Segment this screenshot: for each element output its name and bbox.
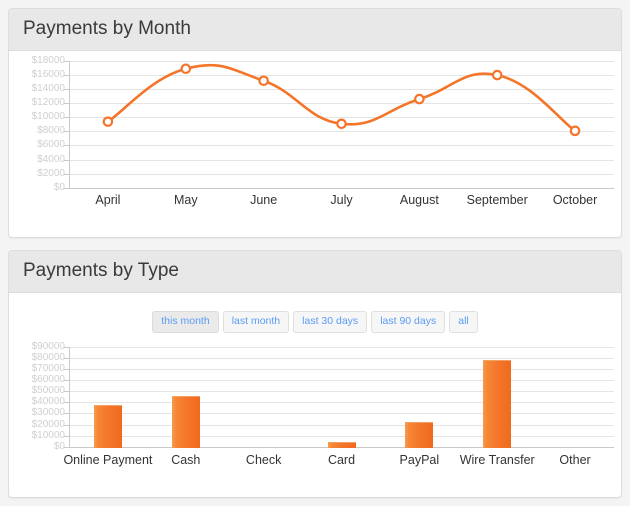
x-axis-tick-label: April bbox=[95, 192, 121, 207]
panel-header-payments-by-month: Payments by Month bbox=[9, 9, 621, 51]
x-axis-tick-label: July bbox=[330, 192, 353, 207]
panel-header-payments-by-type: Payments by Type bbox=[9, 251, 621, 293]
line-chart-payments-by-month[interactable]: $0 $2000 $4000 $6000 $8000 $10000 $12000 $14000… bbox=[19, 55, 621, 224]
data-point-marker[interactable] bbox=[180, 63, 192, 74]
y-axis-tick-label: $60000 bbox=[31, 374, 65, 386]
gridline bbox=[69, 369, 614, 371]
data-point-marker[interactable] bbox=[569, 125, 581, 136]
bar[interactable] bbox=[93, 404, 122, 448]
data-point-marker[interactable] bbox=[102, 116, 114, 127]
x-axis-tick-label: October bbox=[552, 192, 598, 207]
x-axis-tick-label: Other bbox=[559, 452, 591, 467]
x-axis-tick-label: May bbox=[173, 192, 198, 207]
x-axis-tick-label: Cash bbox=[171, 452, 201, 467]
x-axis-tick-label: August bbox=[399, 192, 439, 207]
y-axis-tick-label: $40000 bbox=[31, 396, 65, 408]
y-axis-tick-label: $80000 bbox=[31, 351, 65, 363]
bar[interactable] bbox=[327, 442, 356, 448]
filter-button-last-30-days[interactable]: last 30 days bbox=[293, 310, 368, 334]
data-point-marker[interactable] bbox=[414, 93, 425, 105]
x-axis-tick-label: PayPal bbox=[399, 452, 440, 467]
gridline bbox=[69, 413, 614, 415]
date-range-filter-group[interactable]: this month last month last 30 days last 90 … bbox=[19, 301, 611, 340]
y-axis-tick-label: $50000 bbox=[31, 385, 65, 397]
bar[interactable] bbox=[483, 359, 512, 448]
y-axis-tick-label: $20000 bbox=[31, 418, 65, 430]
x-axis-tick-label: September bbox=[466, 192, 528, 207]
y-axis-tick-label: $30000 bbox=[31, 407, 65, 419]
gridline bbox=[69, 380, 614, 382]
gridline bbox=[69, 402, 614, 404]
x-axis-tick-label: Wire Transfer bbox=[459, 452, 535, 467]
data-point-marker[interactable] bbox=[258, 75, 269, 86]
y-axis-labels: $0 $10000 $20000 $30000 $40000 $50000 $60000 $7… bbox=[9, 341, 65, 451]
x-axis-tick-label: Check bbox=[245, 452, 282, 467]
y-axis-tick-label: $90000 bbox=[31, 340, 65, 352]
filter-button-last-90-days[interactable]: last 90 days bbox=[371, 310, 446, 334]
bar[interactable] bbox=[171, 396, 200, 448]
x-axis-tick-label: June bbox=[250, 192, 278, 207]
gridline bbox=[69, 357, 614, 359]
panel-body-payments-by-type: this month last month last 30 days last 90 … bbox=[9, 293, 621, 497]
filter-button-all[interactable]: all bbox=[449, 310, 478, 334]
y-axis-tick-label: $70000 bbox=[31, 363, 65, 375]
gridline bbox=[69, 391, 614, 393]
bar[interactable] bbox=[405, 421, 434, 448]
filter-button-last-month[interactable]: last month bbox=[222, 310, 290, 334]
panel-payments-by-month: Payments by Month $0 $2000 $4000 $6000 $8000… bbox=[8, 8, 622, 238]
x-axis-tick-label: Card bbox=[327, 452, 356, 467]
gridline bbox=[69, 424, 614, 426]
gridline bbox=[69, 346, 614, 348]
x-axis-tick-label: Online Payment bbox=[63, 452, 153, 467]
y-axis-line bbox=[69, 346, 70, 447]
dashboard-page: Payments by Month $0 $2000 $4000 $6000 $8000… bbox=[0, 0, 630, 506]
data-point-marker[interactable] bbox=[491, 69, 503, 81]
bar-chart-payments-by-type[interactable]: $0 $10000 $20000 $30000 $40000 $50000 $60000 $7… bbox=[19, 341, 621, 485]
panel-body-payments-by-month: $0 $2000 $4000 $6000 $8000 $10000 $12000 $14000… bbox=[9, 51, 621, 237]
page-title-payments-by-month: Payments by Month bbox=[23, 18, 191, 39]
page-title-payments-by-type: Payments by Type bbox=[23, 260, 179, 281]
panel-payments-by-type: Payments by Type this month last month las… bbox=[8, 250, 622, 498]
y-axis-tick-label: $10000 bbox=[31, 429, 65, 441]
data-point-marker[interactable] bbox=[336, 118, 347, 129]
filter-button-this-month[interactable]: this month bbox=[152, 310, 219, 334]
gridline bbox=[69, 435, 614, 437]
